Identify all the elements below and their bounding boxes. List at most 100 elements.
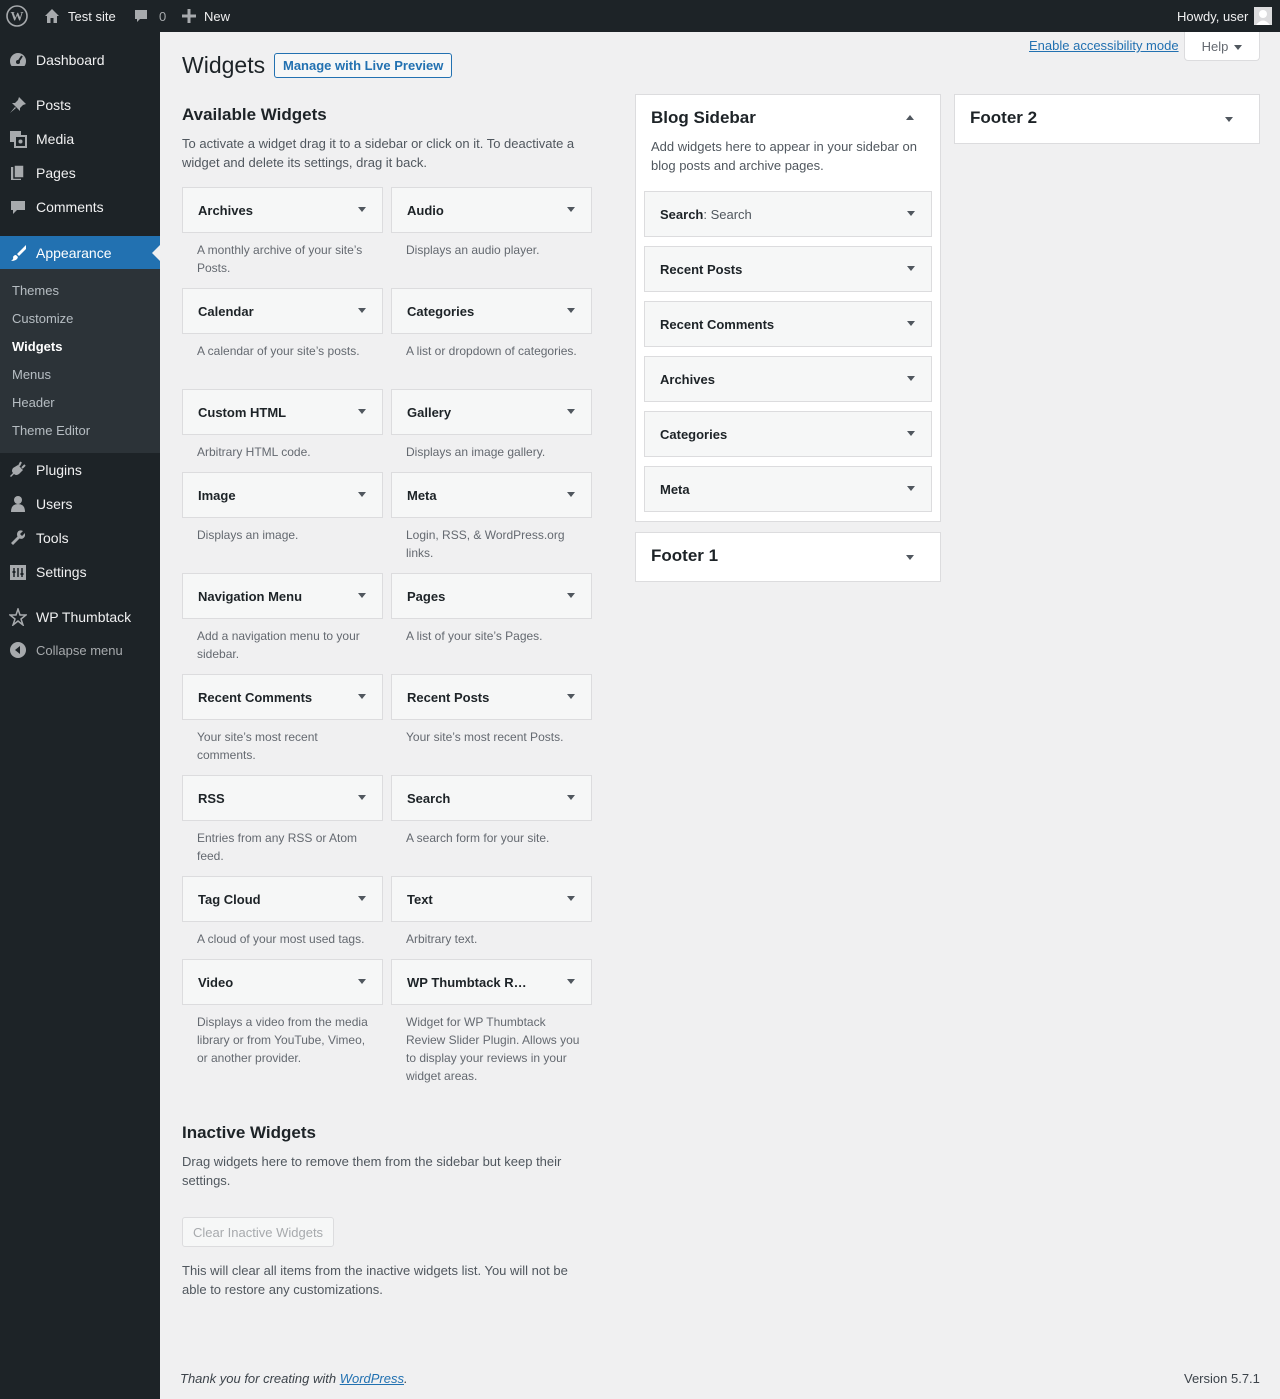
footer-2-area[interactable]: Footer 2 (954, 94, 1260, 144)
available-widget[interactable]: Text (391, 876, 592, 922)
widget-title: Custom HTML (198, 404, 287, 420)
chevron-down-icon[interactable] (358, 694, 366, 699)
menu-item-posts[interactable]: Posts (0, 88, 160, 122)
available-widget[interactable]: Video (182, 959, 383, 1005)
chevron-down-icon[interactable] (567, 795, 575, 800)
chevron-down-icon[interactable] (567, 896, 575, 901)
chevron-down-icon[interactable] (567, 308, 575, 313)
menu-item-tools[interactable]: Tools (0, 521, 160, 555)
wordpress-logo-icon[interactable]: W (6, 0, 28, 32)
widget-title: Calendar (198, 303, 254, 319)
chevron-down-icon[interactable] (358, 896, 366, 901)
widget-title: WP Thumbtack R… (407, 974, 527, 990)
dashboard-icon (0, 51, 36, 69)
sidebar-widget[interactable]: Archives (644, 356, 932, 402)
available-widget[interactable]: Calendar (182, 288, 383, 334)
star-icon (0, 608, 36, 626)
blog-sidebar-area[interactable]: Blog Sidebar Add widgets here to appear … (635, 94, 941, 522)
menu-item-dashboard[interactable]: Dashboard (0, 43, 160, 77)
available-widget[interactable]: Tag Cloud (182, 876, 383, 922)
available-widget[interactable]: Recent Posts (391, 674, 592, 720)
submenu-customize[interactable]: Customize (12, 311, 73, 326)
chevron-down-icon[interactable] (907, 266, 915, 271)
chevron-down-icon[interactable] (358, 795, 366, 800)
chevron-down-icon[interactable] (358, 492, 366, 497)
widget-title: Pages (407, 588, 446, 604)
sidebar-widget[interactable]: Categories (644, 411, 932, 457)
sidebar-widget[interactable]: Recent Posts (644, 246, 932, 292)
menu-item-pages[interactable]: Pages (0, 156, 160, 190)
available-widget[interactable]: Navigation Menu (182, 573, 383, 619)
collapse-arrow-icon (0, 641, 36, 659)
widget-description: Displays an audio player. (406, 243, 540, 257)
my-account-link[interactable]: Howdy, user (1177, 0, 1273, 32)
chevron-down-icon[interactable] (358, 593, 366, 598)
collapse-menu-button[interactable]: Collapse menu (0, 633, 160, 667)
chevron-down-icon[interactable] (907, 431, 915, 436)
menu-item-plugins[interactable]: Plugins (0, 453, 160, 487)
submenu-themes[interactable]: Themes (12, 283, 59, 298)
available-widget[interactable]: Image (182, 472, 383, 518)
available-widget[interactable]: WP Thumbtack R… (391, 959, 592, 1005)
available-widget[interactable]: Recent Comments (182, 674, 383, 720)
chevron-down-icon[interactable] (567, 979, 575, 984)
submenu-header[interactable]: Header (12, 395, 55, 410)
chevron-down-icon[interactable] (1225, 117, 1233, 122)
available-widget[interactable]: Audio (391, 187, 592, 233)
enable-accessibility-link[interactable]: Enable accessibility mode (1029, 38, 1179, 53)
submenu-widgets[interactable]: Widgets (12, 339, 62, 354)
chevron-down-icon[interactable] (358, 979, 366, 984)
chevron-down-icon[interactable] (907, 486, 915, 491)
chevron-down-icon[interactable] (358, 409, 366, 414)
chevron-down-icon[interactable] (906, 555, 914, 560)
chevron-down-icon[interactable] (907, 376, 915, 381)
available-widget[interactable]: Categories (391, 288, 592, 334)
wordpress-link[interactable]: WordPress (340, 1371, 404, 1386)
help-tab-button[interactable]: Help (1184, 32, 1260, 61)
menu-item-media[interactable]: Media (0, 122, 160, 156)
submenu-theme-editor[interactable]: Theme Editor (12, 423, 90, 438)
menu-item-wp-thumbtack[interactable]: WP Thumbtack (0, 600, 160, 634)
widget-title: Archives (660, 371, 715, 387)
inactive-widgets-desc: Drag widgets here to remove them from th… (182, 1154, 562, 1188)
sidebar-widget[interactable]: Meta (644, 466, 932, 512)
new-content-link[interactable]: New (182, 0, 230, 32)
available-widget[interactable]: Gallery (391, 389, 592, 435)
available-widget[interactable]: Custom HTML (182, 389, 383, 435)
chevron-down-icon[interactable] (567, 694, 575, 699)
clear-inactive-widgets-button[interactable]: Clear Inactive Widgets (182, 1217, 335, 1247)
sidebar-widget[interactable]: Search: Search (644, 191, 932, 237)
footer-1-area[interactable]: Footer 1 (635, 532, 941, 582)
chevron-down-icon[interactable] (907, 211, 915, 216)
new-label: New (204, 8, 231, 24)
menu-item-settings[interactable]: Settings (0, 555, 160, 589)
widget-description: Add a navigation menu to your sidebar. (197, 629, 360, 661)
available-widget[interactable]: Archives (182, 187, 383, 233)
chevron-down-icon[interactable] (358, 308, 366, 313)
blog-sidebar-desc: Add widgets here to appear in your sideb… (651, 139, 917, 173)
svg-text:W: W (11, 9, 24, 24)
chevron-down-icon[interactable] (567, 593, 575, 598)
menu-item-appearance[interactable]: Appearance (0, 236, 160, 270)
menu-item-users[interactable]: Users (0, 487, 160, 521)
chevron-down-icon[interactable] (567, 492, 575, 497)
manage-live-preview-button[interactable]: Manage with Live Preview (274, 53, 453, 78)
available-widget[interactable]: Meta (391, 472, 592, 518)
site-name-link[interactable]: Test site (44, 0, 116, 32)
menu-label-wp-thumbtack: WP Thumbtack (36, 609, 132, 625)
widget-description: A list of your site’s Pages. (406, 629, 543, 643)
submenu-menus[interactable]: Menus (12, 367, 51, 382)
menu-label-tools: Tools (36, 530, 69, 546)
available-widget[interactable]: Pages (391, 573, 592, 619)
chevron-down-icon[interactable] (567, 409, 575, 414)
available-widget[interactable]: Search (391, 775, 592, 821)
chevron-down-icon[interactable] (907, 321, 915, 326)
widget-title: Search (407, 790, 451, 806)
menu-item-comments[interactable]: Comments (0, 190, 160, 224)
comments-link[interactable]: 0 (133, 0, 166, 32)
available-widget[interactable]: RSS (182, 775, 383, 821)
chevron-down-icon[interactable] (567, 207, 575, 212)
sidebar-widget[interactable]: Recent Comments (644, 301, 932, 347)
chevron-up-icon[interactable] (906, 115, 914, 120)
chevron-down-icon[interactable] (358, 207, 366, 212)
